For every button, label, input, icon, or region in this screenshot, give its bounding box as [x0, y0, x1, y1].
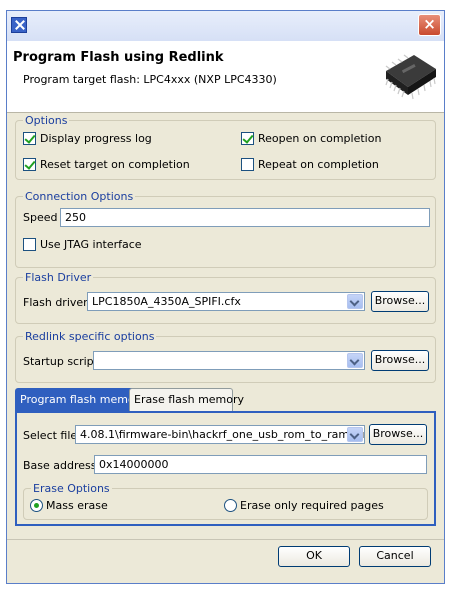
options-title: Options — [23, 114, 70, 127]
program-flash-dialog: × Program Flash using Redlink Program ta… — [6, 10, 445, 584]
close-button[interactable]: × — [418, 14, 441, 36]
speed-label: Speed — [23, 211, 58, 224]
mass-erase-label[interactable]: Mass erase — [46, 499, 108, 512]
erase-required-pages-radio[interactable] — [224, 499, 237, 512]
base-address-input[interactable]: 0x14000000 — [94, 455, 427, 474]
dialog-header: Program Flash using Redlink Program targ… — [7, 41, 444, 113]
redlink-options-group: Redlink specific options Startup script … — [15, 330, 436, 383]
startup-script-browse-button[interactable]: Browse... — [371, 350, 429, 371]
flash-operation-tabs: Program flash memory Erase flash memory … — [15, 388, 436, 529]
program-flash-panel: Select file 4.08.1\firmware-bin\hackrf_o… — [15, 411, 436, 526]
reopen-on-completion-label[interactable]: Reopen on completion — [258, 132, 381, 145]
app-icon — [11, 17, 27, 33]
footer-divider — [7, 539, 444, 540]
erase-options-group: Erase Options Mass erase Erase only requ… — [23, 482, 428, 520]
reset-target-label[interactable]: Reset target on completion — [40, 158, 190, 171]
options-group: Options Display progress log Reopen on c… — [15, 114, 436, 180]
use-jtag-checkbox[interactable] — [23, 238, 36, 251]
ok-button[interactable]: OK — [278, 546, 350, 567]
flash-driver-group: Flash Driver Flash driver LPC1850A_4350A… — [15, 271, 436, 324]
select-file-value: 4.08.1\firmware-bin\hackrf_one_usb_rom_t… — [80, 428, 365, 441]
select-file-browse-button[interactable]: Browse... — [369, 424, 427, 445]
chevron-down-icon[interactable] — [347, 427, 363, 442]
reset-target-checkbox[interactable] — [23, 158, 36, 171]
title-bar[interactable]: × — [7, 11, 444, 41]
reopen-on-completion-checkbox[interactable] — [241, 132, 254, 145]
speed-input[interactable]: 250 — [60, 208, 430, 227]
connection-options-title: Connection Options — [23, 190, 136, 203]
use-jtag-label[interactable]: Use JTAG interface — [40, 238, 142, 251]
display-progress-log-checkbox[interactable] — [23, 132, 36, 145]
select-file-select[interactable]: 4.08.1\firmware-bin\hackrf_one_usb_rom_t… — [75, 425, 365, 444]
chevron-down-icon[interactable] — [347, 294, 363, 309]
flash-driver-label: Flash driver — [23, 296, 88, 309]
erase-required-pages-label[interactable]: Erase only required pages — [240, 499, 384, 512]
dialog-message: Program target flash: LPC4xxx (NXP LPC43… — [23, 73, 277, 86]
mass-erase-radio[interactable] — [30, 499, 43, 512]
display-progress-log-label[interactable]: Display progress log — [40, 132, 152, 145]
repeat-on-completion-label[interactable]: Repeat on completion — [258, 158, 379, 171]
flash-driver-browse-button[interactable]: Browse... — [371, 291, 429, 312]
repeat-on-completion-checkbox[interactable] — [241, 158, 254, 171]
startup-script-select[interactable] — [93, 351, 365, 370]
erase-options-title: Erase Options — [31, 482, 112, 495]
flash-driver-value: LPC1850A_4350A_SPIFI.cfx — [92, 295, 241, 308]
connection-options-group: Connection Options Speed 250 Use JTAG in… — [15, 190, 436, 268]
chevron-down-icon[interactable] — [347, 353, 363, 368]
startup-script-label: Startup script — [23, 355, 98, 368]
redlink-options-title: Redlink specific options — [23, 330, 157, 343]
flash-driver-title: Flash Driver — [23, 271, 94, 284]
select-file-label: Select file — [23, 429, 78, 442]
tab-erase-flash-memory[interactable]: Erase flash memory — [129, 388, 244, 411]
cancel-button[interactable]: Cancel — [359, 546, 431, 567]
flash-driver-select[interactable]: LPC1850A_4350A_SPIFI.cfx — [87, 292, 365, 311]
chip-icon — [385, 54, 436, 100]
dialog-title: Program Flash using Redlink — [13, 50, 224, 65]
base-address-label: Base address — [23, 459, 97, 472]
